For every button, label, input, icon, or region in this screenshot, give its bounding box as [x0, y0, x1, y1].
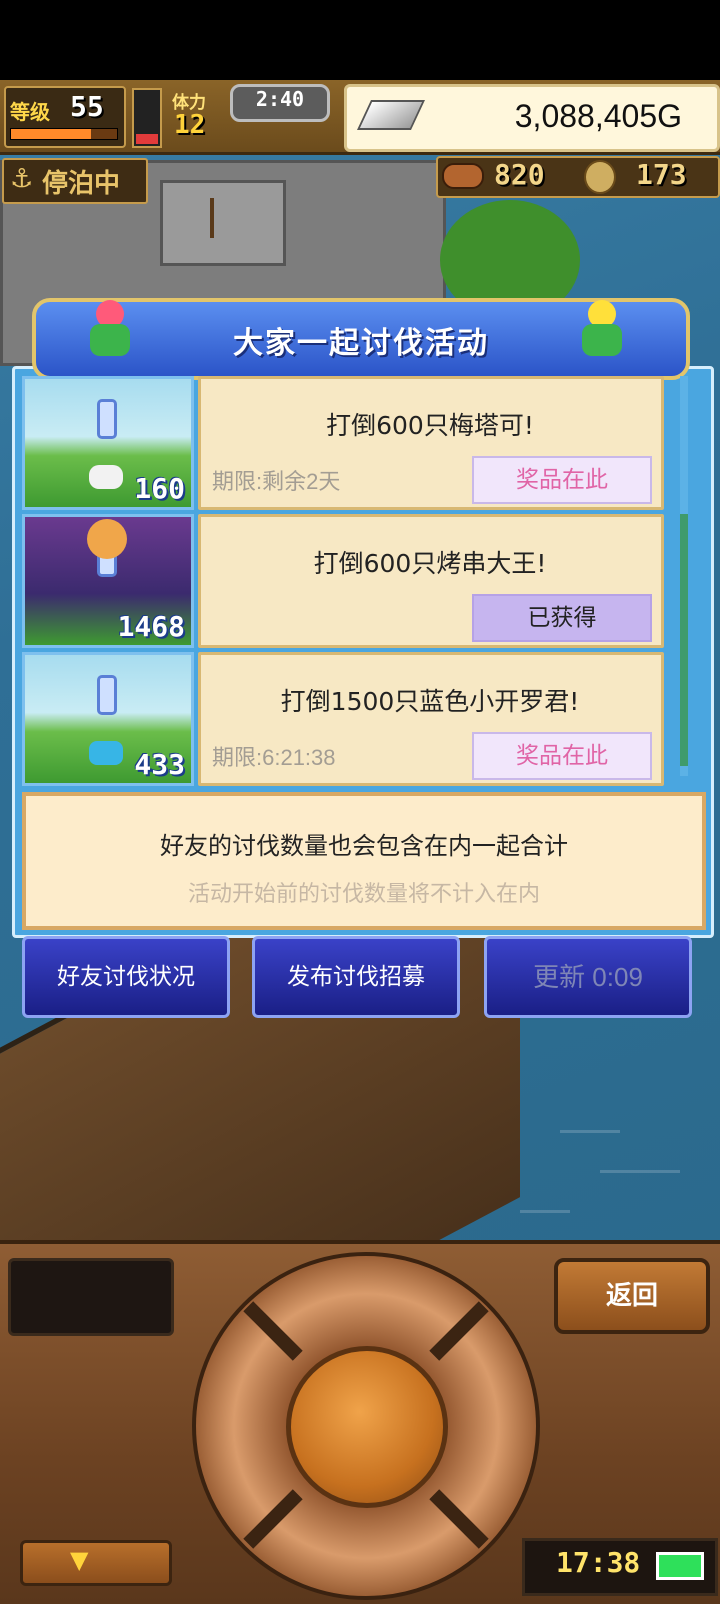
- moor-status: 停泊中: [42, 169, 121, 199]
- reward-button[interactable]: 奖品在此: [472, 456, 652, 504]
- right-mascot-icon: [576, 300, 628, 358]
- level-progress-fill: [11, 129, 91, 139]
- scrollbar-thumb[interactable]: [680, 514, 688, 766]
- back-button[interactable]: 返回: [554, 1258, 710, 1334]
- quest-thumbnail: 433: [22, 652, 194, 786]
- food-count: 820: [494, 158, 545, 191]
- left-mascot-icon: [84, 300, 136, 358]
- stamina-timer: 2:40: [255, 87, 305, 111]
- stamina-value: 12: [174, 110, 206, 140]
- anchor-icon: ⚓: [10, 164, 34, 194]
- stamina-gauge-fill: [136, 134, 158, 144]
- kill-count: 433: [134, 748, 185, 781]
- quest-title: 打倒600只梅塔可!: [326, 411, 534, 440]
- level-label: 等级: [10, 100, 50, 124]
- game-clock: 17:38: [556, 1546, 641, 1579]
- menu-toggle-button[interactable]: [20, 1540, 172, 1586]
- meat-icon: [442, 163, 484, 189]
- refresh-button[interactable]: 更新 0:09: [484, 936, 692, 1018]
- stamina-gauge: [132, 88, 162, 148]
- exclamation-icon: [97, 675, 117, 715]
- battery-icon: [656, 1552, 704, 1580]
- quest-row[interactable]: 433 打倒1500只蓝色小开罗君! 期限:6:21:38 奖品在此: [22, 652, 670, 786]
- quest-thumbnail: 160: [22, 376, 194, 510]
- event-note-box: [22, 792, 706, 930]
- quest-deadline: 期限:剩余2天: [212, 469, 341, 494]
- level-value: 55: [70, 90, 104, 123]
- post-recruit-button[interactable]: 发布讨伐招募: [252, 936, 460, 1018]
- exclamation-icon: [97, 399, 117, 439]
- empty-slot: [8, 1258, 174, 1336]
- quest-title: 打倒600只烤串大王!: [313, 549, 547, 578]
- quest-deadline: 期限:6:21:38: [212, 745, 336, 770]
- medal-coin-icon: [584, 160, 616, 194]
- arrow-down-icon: ▼: [70, 1546, 89, 1574]
- kill-count: 160: [134, 472, 185, 505]
- quest-row[interactable]: 1468 打倒600只烤串大王! 已获得: [22, 514, 670, 648]
- level-progress-bar: [10, 128, 118, 140]
- event-note: 好友的讨伐数量也会包含在内一起合计: [160, 832, 568, 860]
- monster-icon: [89, 465, 123, 489]
- friend-status-button[interactable]: 好友讨伐状况: [22, 936, 230, 1018]
- monster-icon: [87, 519, 127, 559]
- gold-amount: 3,088,405G: [514, 98, 682, 134]
- monster-icon: [89, 741, 123, 765]
- quest-title: 打倒1500只蓝色小开罗君!: [280, 687, 580, 716]
- flag-icon: [210, 198, 214, 238]
- quest-thumbnail: 1468: [22, 514, 194, 648]
- reward-button[interactable]: 奖品在此: [472, 732, 652, 780]
- coin-count: 173: [636, 158, 687, 191]
- reward-obtained-button[interactable]: 已获得: [472, 594, 652, 642]
- dpad-center-button[interactable]: [286, 1346, 448, 1508]
- kill-count: 1468: [117, 610, 185, 643]
- quest-row[interactable]: 160 打倒600只梅塔可! 期限:剩余2天 奖品在此: [22, 376, 670, 510]
- castle-tower: [160, 180, 286, 266]
- event-note-sub: 活动开始前的讨伐数量将不计入在内: [187, 882, 540, 907]
